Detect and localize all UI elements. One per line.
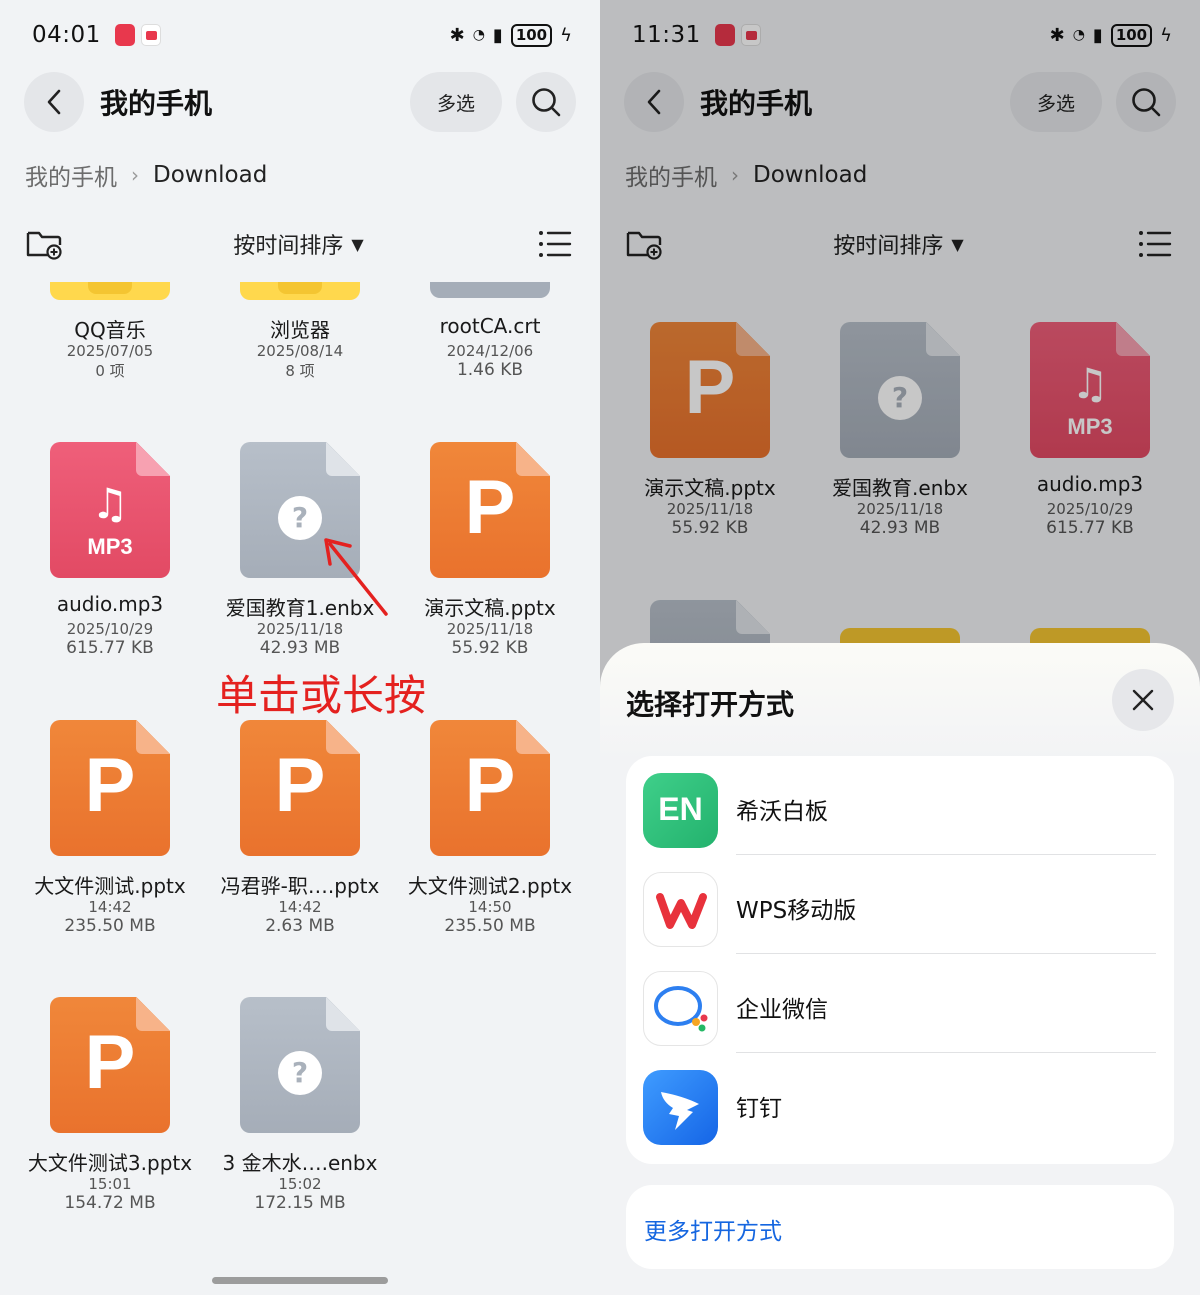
more-open-options[interactable]: 更多打开方式 [626,1185,1174,1269]
file-size: 1.46 KB [456,360,524,380]
app-name: WPS移动版 [736,898,857,924]
file-name: 3 金木水….enbx [222,1151,378,1175]
file-date: 2024/12/06 [446,342,534,360]
app-name: 钉钉 [736,1096,782,1122]
file-name: 大文件测试3.pptx [27,1151,193,1175]
file-size: 154.72 MB [64,1193,156,1213]
home-indicator[interactable] [212,1277,388,1284]
left-screen: 04:01 ✱ ◔ ▮ 100 ϟ 我的手机 多选 我的手机 › Downloa… [0,0,600,1295]
app-list: EN 希沃白板 WPS移动版 企业微信 钉钉 [626,756,1174,1164]
pptx-file-icon: P [50,997,170,1133]
appgallery-notification-icon [114,24,135,46]
open-with-sheet: 选择打开方式 EN 希沃白板 WPS移动版 企业微信 钉钉 更多打开方式 [600,643,1200,1295]
back-button[interactable] [24,72,84,132]
breadcrumb-current: Download [153,162,268,188]
app-option-seewo[interactable]: EN 希沃白板 [626,756,1174,855]
status-bar: 04:01 ✱ ◔ ▮ 100 ϟ [32,18,572,52]
wifi-icon: ◔ [472,27,485,43]
folder-icon [50,282,170,300]
list-view-icon[interactable] [538,229,572,259]
sort-label: 按时间排序 [233,234,344,259]
pptx-file-icon: P [50,720,170,856]
file-date: 14:42 [88,898,132,916]
app-option-wecom[interactable]: 企业微信 [626,954,1174,1053]
file-size: 172.15 MB [254,1193,346,1213]
chevron-left-icon [47,89,61,115]
file-size: 42.93 MB [259,638,341,658]
app-header: 我的手机 多选 [24,72,576,132]
app-name: 企业微信 [736,997,828,1023]
search-icon [532,88,561,117]
annotation-text: 单击或长按 [216,671,427,720]
file-name: 冯君骅-职….pptx [220,874,380,898]
file-date: 2025/08/14 [256,342,344,360]
charging-icon: ϟ [560,24,572,46]
sheet-title: 选择打开方式 [626,688,795,721]
breadcrumb-root[interactable]: 我的手机 [25,158,117,192]
certificate-file-icon [430,282,550,298]
wecom-icon [643,971,718,1046]
page-title: 我的手机 [100,87,213,120]
file-date: 14:50 [468,898,512,916]
app-notification-icon [140,24,161,46]
mp3-file-icon: ♫ MP3 [50,442,170,578]
close-button[interactable] [1112,669,1174,731]
sim-icon: ▮ [492,24,503,46]
app-name: 希沃白板 [736,799,828,825]
new-folder-icon[interactable] [25,228,63,260]
dingtalk-icon [643,1070,718,1145]
file-name: QQ音乐 [74,318,146,342]
multi-select-button[interactable]: 多选 [410,72,502,132]
more-open-label: 更多打开方式 [644,1219,782,1245]
file-date: 2025/11/18 [256,620,344,638]
unknown-file-icon: ? [240,997,360,1133]
file-name: audio.mp3 [56,592,164,616]
file-date: 2025/10/29 [66,620,154,638]
folder-icon [240,282,360,300]
music-note-icon: ♫ [91,479,129,528]
file-date: 2025/07/05 [66,342,154,360]
file-size: 235.50 MB [444,916,536,936]
breadcrumb: 我的手机 › Download [25,158,267,192]
battery-icon: 100 [510,23,553,47]
file-size: 55.92 KB [451,638,529,658]
status-time: 04:01 [32,22,101,48]
caret-down-icon: ▼ [351,234,364,254]
wps-icon [643,872,718,947]
pptx-file-icon: P [240,720,360,856]
file-size: 2.63 MB [265,916,335,936]
sort-dropdown[interactable]: 按时间排序 ▼ [233,228,363,260]
file-date: 2025/11/18 [446,620,534,638]
file-date: 15:01 [88,1175,132,1193]
file-date: 15:02 [278,1175,322,1193]
file-date: 14:42 [278,898,322,916]
file-toolbar: 按时间排序 ▼ [25,222,572,266]
seewo-whiteboard-icon: EN [643,773,718,848]
chevron-right-icon: › [131,163,139,187]
file-size: 8 项 [285,362,315,380]
file-size: 0 项 [95,362,125,380]
app-option-dingtalk[interactable]: 钉钉 [626,1053,1174,1152]
pptx-file-icon: P [430,442,550,578]
right-screen: 11:31 ✱ ◔ ▮ 100 ϟ 我的手机 多选 我的手机 › Downloa… [600,0,1200,1295]
file-name: 演示文稿.pptx [424,596,556,620]
app-option-wps[interactable]: WPS移动版 [626,855,1174,954]
file-name: 大文件测试2.pptx [407,874,573,898]
file-name: 大文件测试.pptx [34,874,186,898]
pptx-file-icon: P [430,720,550,856]
file-size: 615.77 KB [66,638,154,658]
bluetooth-icon: ✱ [449,24,465,46]
annotation-arrow-icon [324,538,388,616]
close-icon [1132,689,1154,711]
file-name: rootCA.crt [439,314,541,338]
file-name: 浏览器 [270,318,330,342]
search-button[interactable] [516,72,576,132]
file-size: 235.50 MB [64,916,156,936]
